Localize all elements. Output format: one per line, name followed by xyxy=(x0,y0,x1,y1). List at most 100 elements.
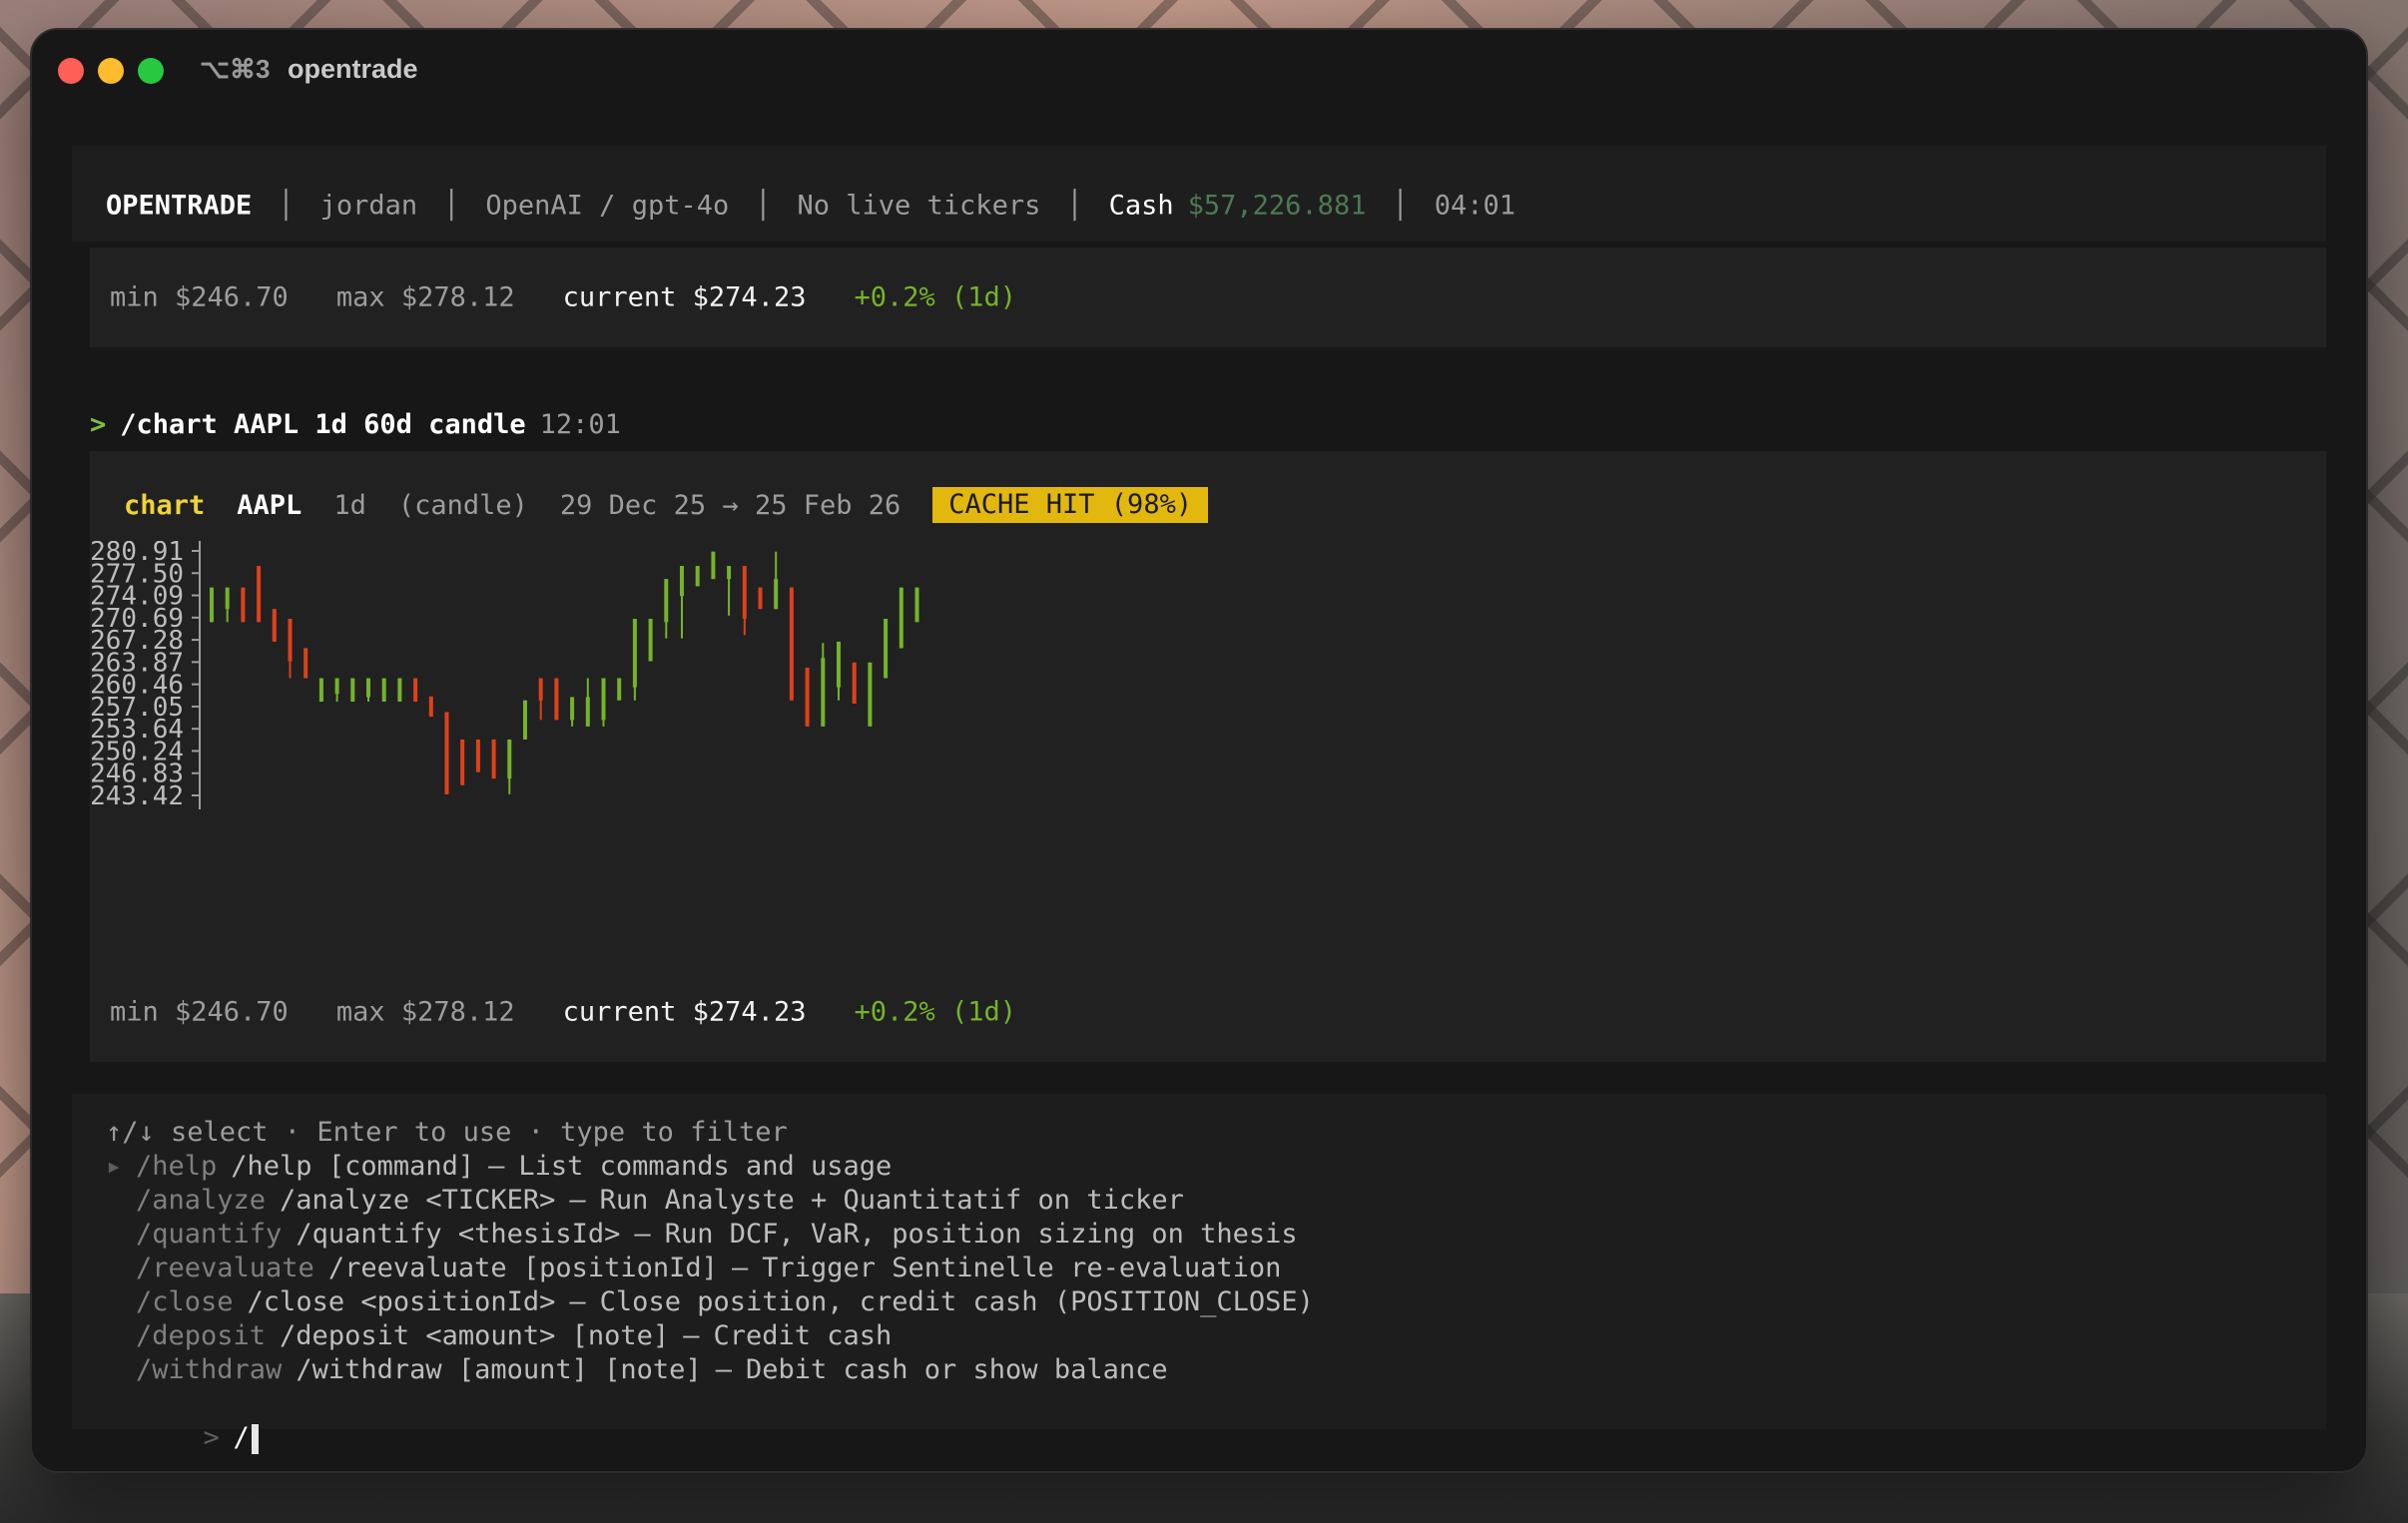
candle-down xyxy=(272,609,277,642)
tickers-label: No live tickers xyxy=(797,190,1041,222)
window-shortcut: ⌥⌘3 xyxy=(200,54,271,84)
command-separator: — xyxy=(634,1219,651,1250)
candle-up xyxy=(225,587,230,610)
command-menu-item[interactable]: /close/close <positionId> — Close position… xyxy=(106,1285,1314,1319)
candle-down xyxy=(303,648,308,679)
candle-up xyxy=(648,619,653,662)
command-name: /withdraw xyxy=(136,1354,283,1385)
command-menu-item[interactable]: /reevaluate/reevaluate [positionId] — Trig… xyxy=(106,1252,1281,1285)
command-name: /close xyxy=(136,1286,234,1317)
command-description: Run DCF, VaR, position sizing on thesis xyxy=(664,1219,1298,1250)
candle-down xyxy=(460,739,465,785)
command-history-line: > /chart AAPL 1d 60d candle 12:01 xyxy=(90,409,621,440)
command-usage: /analyze <TICKER> xyxy=(280,1185,556,1216)
status-bar: OPENTRADE │ jordan │ OpenAI / gpt-4o │ N… xyxy=(72,146,2326,242)
chart-stat-max: max $278.12 xyxy=(335,996,515,1028)
candle-down xyxy=(241,587,246,623)
command-description: Close position, credit cash (POSITION_CL… xyxy=(599,1286,1314,1317)
chart-stat-change: +0.2% (1d) xyxy=(854,996,1017,1028)
status-separator: │ xyxy=(1392,190,1409,222)
selected-marker-icon: ▸ xyxy=(106,1151,123,1182)
candle-down xyxy=(805,668,810,727)
user-label: jordan xyxy=(319,190,418,222)
candle-down xyxy=(789,587,794,701)
command-menu-item[interactable]: /deposit/deposit <amount> [note] — Credit … xyxy=(106,1319,892,1353)
command-usage: /reevaluate [positionId] xyxy=(327,1253,718,1283)
candle-up xyxy=(350,678,355,703)
cash-value: $57,226.881 xyxy=(1187,190,1367,222)
candle-up xyxy=(868,662,873,727)
candle-down xyxy=(444,712,449,794)
command-menu-item[interactable]: /analyze/analyze <TICKER> — Run Analyste +… xyxy=(106,1184,1184,1218)
candle-up xyxy=(397,678,402,703)
command-input[interactable]: > / xyxy=(106,1387,259,1454)
chart-stat-min: min $246.70 xyxy=(110,996,289,1028)
command-separator: — xyxy=(715,1354,732,1385)
cash-label: Cash xyxy=(1108,190,1174,222)
candle-up xyxy=(334,678,339,695)
stat-change: +0.2% (1d) xyxy=(854,281,1017,313)
candle-up xyxy=(601,678,606,721)
candle-up xyxy=(585,697,590,727)
candle-up xyxy=(523,700,527,740)
input-caret: > xyxy=(203,1422,220,1453)
candle-up xyxy=(570,697,575,721)
command-name: /analyze xyxy=(136,1185,267,1216)
command-palette: ↑/↓ select · Enter to use · type to filt… xyxy=(72,1094,2326,1454)
candle-down xyxy=(257,566,262,623)
close-window-button[interactable] xyxy=(58,58,84,84)
candle-up xyxy=(884,619,889,679)
title-bar: ⌥⌘3 opentrade xyxy=(32,30,2366,114)
stat-current: current $274.23 xyxy=(562,281,807,313)
command-menu-item[interactable]: /withdraw/withdraw [amount] [note] — Debit… xyxy=(106,1353,1168,1387)
candle-down xyxy=(475,739,480,772)
chart-symbol: AAPL xyxy=(237,489,302,521)
chart-kind: (candle) xyxy=(397,489,528,521)
minimize-window-button[interactable] xyxy=(98,58,124,84)
candlestick-chart: 280.91277.50274.09270.69267.28263.87260.… xyxy=(90,541,919,811)
command-description: Credit cash xyxy=(713,1320,893,1351)
command-usage: /deposit <amount> [note] xyxy=(280,1320,670,1351)
candle-up xyxy=(821,658,826,727)
command-name: /help xyxy=(136,1151,218,1182)
candle-up xyxy=(210,587,214,623)
candle-up xyxy=(632,619,637,688)
prompt-caret: > xyxy=(90,409,107,440)
command-description: Trigger Sentinelle re-evaluation xyxy=(762,1253,1282,1283)
command-separator: — xyxy=(569,1185,586,1216)
command-menu-item[interactable]: /quantify/quantify <thesisId> — Run DCF, V… xyxy=(106,1218,1298,1252)
chart-stat-current: current $274.23 xyxy=(562,996,807,1028)
clock-label: 04:01 xyxy=(1434,190,1515,222)
command-usage: /close <positionId> xyxy=(247,1286,556,1317)
status-separator: │ xyxy=(755,190,772,222)
brand-label: OPENTRADE xyxy=(106,190,253,222)
candle-up xyxy=(664,579,669,623)
command-description: Run Analyste + Quantitatif on ticker xyxy=(599,1185,1184,1216)
candle-up xyxy=(381,678,386,703)
candle-down xyxy=(413,678,418,703)
candle-up xyxy=(617,678,622,701)
candle-down xyxy=(491,739,496,779)
command-description: List commands and usage xyxy=(518,1151,893,1182)
command-separator: — xyxy=(683,1320,700,1351)
chart-header: chart AAPL 1d (candle) 29 Dec 25 → 25 Fe… xyxy=(124,487,1209,523)
candle-up xyxy=(507,739,512,779)
y-tick-label: 243.42 xyxy=(90,781,184,811)
candle-up xyxy=(837,641,841,688)
stat-min: min $246.70 xyxy=(110,281,289,313)
command-separator: — xyxy=(731,1253,749,1283)
command-usage: /quantify <thesisId> xyxy=(296,1219,621,1250)
terminal-window: ⌥⌘3 opentrade OPENTRADE │ jordan │ OpenA… xyxy=(30,28,2368,1473)
stat-max: max $278.12 xyxy=(335,281,515,313)
command-description: Debit cash or show balance xyxy=(745,1354,1168,1385)
command-usage: /withdraw [amount] [note] xyxy=(296,1354,702,1385)
chart-interval: 1d xyxy=(333,489,366,521)
candle-down xyxy=(428,696,433,718)
command-menu-item[interactable]: ▸ /help/help [command] — List commands and … xyxy=(106,1150,892,1184)
chart-range: 29 Dec 25 → 25 Feb 26 xyxy=(559,489,902,521)
zoom-window-button[interactable] xyxy=(138,58,164,84)
chart-panel: chart AAPL 1d (candle) 29 Dec 25 → 25 Fe… xyxy=(90,451,2326,1062)
candle-up xyxy=(695,566,700,587)
candle-up xyxy=(680,566,684,597)
input-value: / xyxy=(233,1422,250,1453)
